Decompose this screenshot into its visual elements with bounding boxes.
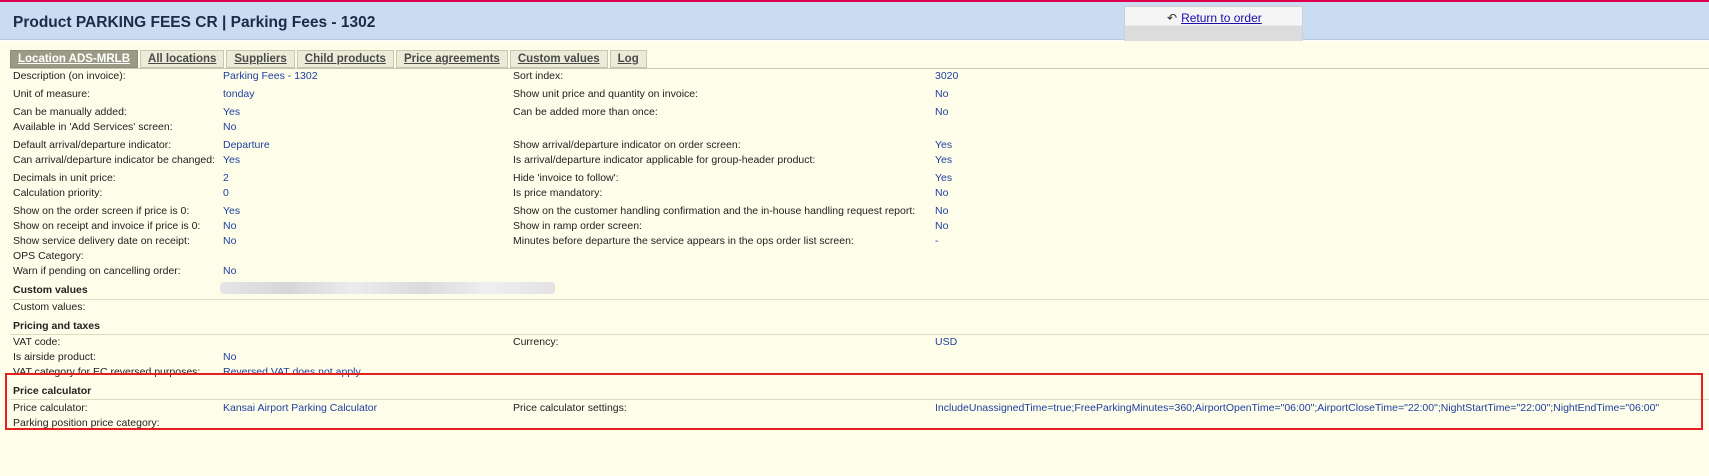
arr-dep-changed-label: Can arrival/departure indicator be chang… bbox=[13, 154, 215, 166]
show-arr-dep-order-value: Yes bbox=[935, 139, 953, 151]
hide-invoice-value: Yes bbox=[935, 172, 953, 184]
decimals-value: 2 bbox=[223, 172, 229, 184]
show-unit-price-label: Show unit price and quantity on invoice: bbox=[513, 88, 699, 100]
calc-priority-label: Calculation priority: bbox=[13, 187, 103, 199]
sort-index-label: Sort index: bbox=[513, 70, 564, 82]
vat-code-label: VAT code: bbox=[13, 336, 61, 348]
show-delivery-date-label: Show service delivery date on receipt: bbox=[13, 235, 190, 247]
minutes-before-label: Minutes before departure the service app… bbox=[513, 235, 854, 247]
arr-dep-changed-value: Yes bbox=[223, 154, 241, 166]
calc-priority-value: 0 bbox=[223, 187, 229, 199]
price-calculator-highlight bbox=[5, 373, 1703, 430]
minutes-before-value: - bbox=[935, 235, 939, 247]
show-customer-handling-value: No bbox=[935, 205, 949, 217]
price-mandatory-value: No bbox=[935, 187, 949, 199]
arr-dep-group-header-label: Is arrival/departure indicator applicabl… bbox=[513, 154, 816, 166]
custom-values-redacted bbox=[220, 282, 555, 294]
tab-location[interactable]: Location ADS-MRLB bbox=[10, 50, 139, 68]
currency-label: Currency: bbox=[513, 336, 559, 348]
pricing-section-title: Pricing and taxes bbox=[13, 320, 100, 332]
show-customer-handling-label: Show on the customer handling confirmati… bbox=[513, 205, 916, 217]
undo-arrow-icon: ↶ bbox=[1167, 11, 1178, 25]
added-more-than-once-label: Can be added more than once: bbox=[513, 106, 658, 118]
section-divider bbox=[10, 299, 1709, 300]
unit-of-measure-label: Unit of measure: bbox=[13, 88, 91, 100]
show-ramp-value: No bbox=[935, 220, 949, 232]
show-receipt-price0-value: No bbox=[223, 220, 237, 232]
page-title: Product PARKING FEES CR | Parking Fees -… bbox=[13, 14, 376, 31]
tab-log[interactable]: Log bbox=[609, 50, 647, 68]
warn-pending-label: Warn if pending on cancelling order: bbox=[13, 265, 181, 277]
added-more-than-once-value: No bbox=[935, 106, 949, 118]
available-add-services-value: No bbox=[223, 121, 237, 133]
airside-value: No bbox=[223, 351, 237, 363]
ops-category-label: OPS Category: bbox=[13, 250, 84, 262]
show-arr-dep-order-label: Show arrival/departure indicator on orde… bbox=[513, 139, 741, 151]
show-delivery-date-value: No bbox=[223, 235, 237, 247]
return-to-order-box: ↶ Return to order bbox=[1124, 6, 1303, 46]
tab-price-agreements[interactable]: Price agreements bbox=[395, 50, 508, 68]
show-unit-price-value: No bbox=[935, 88, 949, 100]
tab-bar: Location ADS-MRLB All locations Supplier… bbox=[10, 50, 647, 68]
manually-added-value: Yes bbox=[223, 106, 241, 118]
custom-values-section-title: Custom values bbox=[13, 284, 88, 296]
description-value: Parking Fees - 1302 bbox=[223, 70, 318, 82]
decimals-label: Decimals in unit price: bbox=[13, 172, 116, 184]
warn-pending-value: No bbox=[223, 265, 237, 277]
tab-all-locations[interactable]: All locations bbox=[140, 50, 225, 68]
description-label: Description (on invoice): bbox=[13, 70, 126, 82]
price-mandatory-label: Is price mandatory: bbox=[513, 187, 603, 199]
manually-added-label: Can be manually added: bbox=[13, 106, 127, 118]
sort-index-value: 3020 bbox=[935, 70, 959, 82]
return-to-order-link[interactable]: ↶ Return to order bbox=[1167, 11, 1262, 25]
section-divider bbox=[10, 334, 1709, 335]
show-order-price0-label: Show on the order screen if price is 0: bbox=[13, 205, 190, 217]
unit-of-measure-value: tonday bbox=[223, 88, 255, 100]
tab-child-products[interactable]: Child products bbox=[296, 50, 394, 68]
custom-values-label: Custom values: bbox=[13, 301, 86, 313]
hide-invoice-label: Hide 'invoice to follow': bbox=[513, 172, 619, 184]
tab-suppliers[interactable]: Suppliers bbox=[226, 50, 295, 68]
return-to-order-label: Return to order bbox=[1181, 11, 1262, 25]
tab-custom-values[interactable]: Custom values bbox=[509, 50, 608, 68]
default-arr-dep-label: Default arrival/departure indicator: bbox=[13, 139, 172, 151]
default-arr-dep-value: Departure bbox=[223, 139, 270, 151]
airside-label: Is airside product: bbox=[13, 351, 96, 363]
tab-bar-divider bbox=[10, 68, 1709, 69]
show-order-price0-value: Yes bbox=[223, 205, 241, 217]
arr-dep-group-header-value: Yes bbox=[935, 154, 953, 166]
available-add-services-label: Available in 'Add Services' screen: bbox=[13, 121, 173, 133]
currency-value: USD bbox=[935, 336, 958, 348]
show-receipt-price0-label: Show on receipt and invoice if price is … bbox=[13, 220, 201, 232]
show-ramp-label: Show in ramp order screen: bbox=[513, 220, 642, 232]
page-header: Product PARKING FEES CR | Parking Fees -… bbox=[0, 2, 1709, 46]
